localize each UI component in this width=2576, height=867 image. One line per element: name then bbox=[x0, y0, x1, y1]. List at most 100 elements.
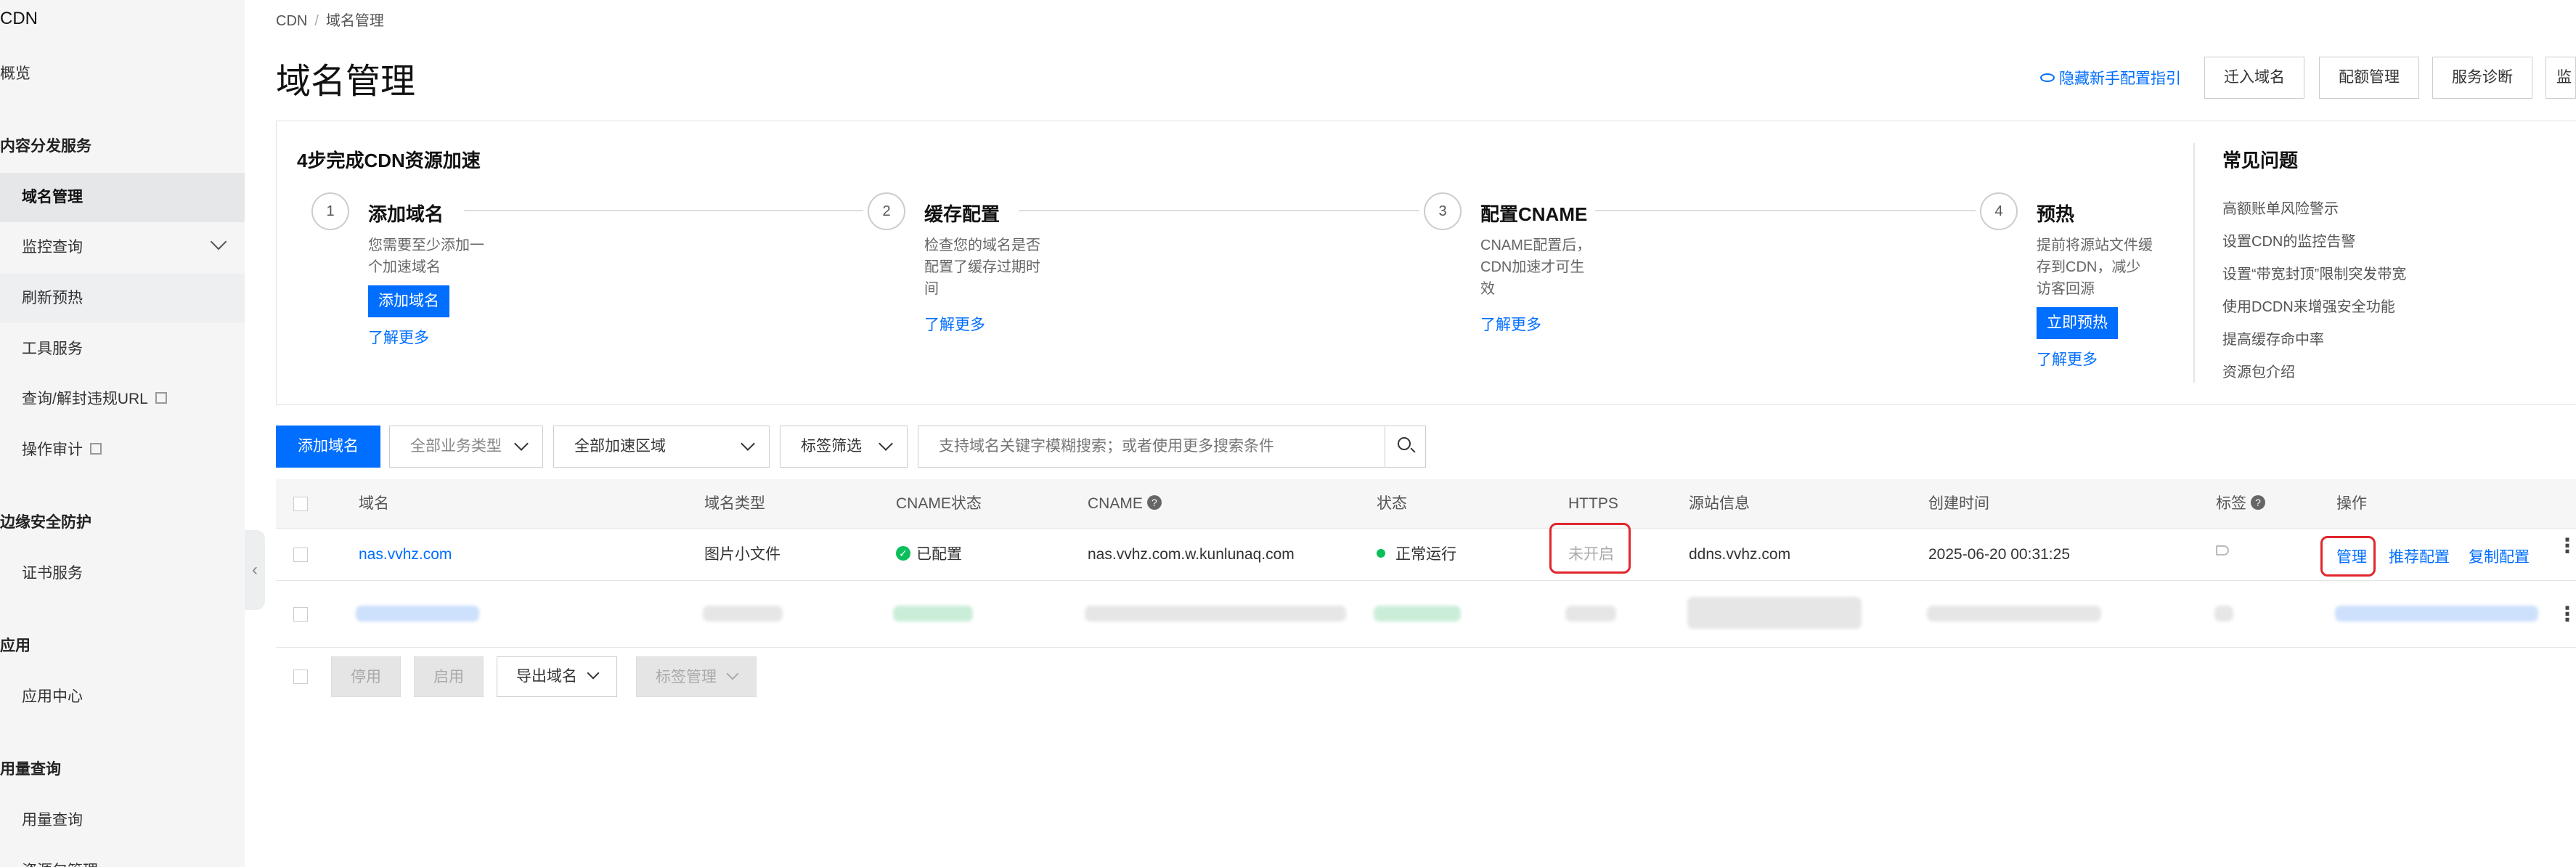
help-icon[interactable]: ? bbox=[2251, 495, 2265, 510]
cname-status: ✓ 已配置 bbox=[896, 529, 962, 581]
created-time: 2025-06-20 00:31:25 bbox=[1928, 546, 2070, 563]
step-4-desc: 提前将源站文件缓 存到CDN，减少 访客回源 bbox=[2037, 235, 2153, 300]
sidebar-item-domain-management[interactable]: 域名管理 bbox=[0, 173, 245, 222]
export-domains-button[interactable]: 导出域名 bbox=[497, 656, 617, 697]
step-connector bbox=[1595, 210, 1976, 211]
breadcrumb-current: 域名管理 bbox=[325, 13, 384, 29]
bulk-select-checkbox[interactable] bbox=[293, 669, 308, 684]
table-row: ⋮ bbox=[276, 581, 2576, 648]
hide-guide-label: 隐藏新手配置指引 bbox=[2059, 70, 2181, 87]
sidebar-item-tools[interactable]: 工具服务 bbox=[0, 325, 245, 374]
row-checkbox[interactable] bbox=[293, 607, 308, 622]
chevron-down-icon bbox=[726, 667, 739, 680]
faq-item[interactable]: 高额账单风险警示 bbox=[2222, 197, 2339, 218]
step-add-domain-button[interactable]: 添加域名 bbox=[368, 285, 449, 317]
sidebar-item-resource-packages[interactable]: 资源包管理 bbox=[0, 847, 245, 867]
faq-item[interactable]: 使用DCDN来增强安全功能 bbox=[2222, 295, 2395, 316]
add-domain-button[interactable]: 添加域名 bbox=[276, 426, 380, 468]
tag-filter-select[interactable]: 标签筛选 bbox=[780, 426, 908, 468]
region-select[interactable]: 全部加速区域 bbox=[553, 426, 770, 468]
help-icon[interactable]: ? bbox=[1146, 495, 1162, 510]
tag-cell[interactable] bbox=[2216, 524, 2229, 577]
sidebar-item-refresh-preload[interactable]: 刷新预热 bbox=[0, 274, 245, 323]
desc-line: 存到CDN，减少 bbox=[2037, 259, 2141, 275]
sidebar-group-content-delivery: 内容分发服务 bbox=[0, 138, 91, 155]
chevron-down-icon bbox=[741, 436, 755, 451]
blurred-actions bbox=[2335, 606, 2538, 622]
faq-item[interactable]: 设置CDN的监控告警 bbox=[2222, 229, 2355, 251]
step-2-number: 2 bbox=[868, 192, 905, 230]
more-actions-icon[interactable]: ⋮ bbox=[2557, 604, 2576, 624]
step-1-learn-more-link[interactable]: 了解更多 bbox=[368, 326, 429, 348]
step-connector bbox=[464, 210, 863, 211]
tag-management-button[interactable]: 标签管理 bbox=[636, 656, 757, 697]
step-3-title: 配置CNAME bbox=[1480, 203, 1588, 225]
chevron-down-icon bbox=[587, 667, 600, 680]
faq-title: 常见问题 bbox=[2222, 150, 2299, 171]
sidebar-item-audit[interactable]: 操作审计 bbox=[0, 426, 245, 475]
desc-line: 个加速域名 bbox=[368, 259, 441, 275]
blurred-type bbox=[703, 606, 783, 622]
hide-guide-link[interactable]: 隐藏新手配置指引 bbox=[2040, 67, 2181, 89]
sidebar-item-label: 查询/解封违规URL bbox=[22, 391, 148, 407]
disable-button[interactable]: 停用 bbox=[331, 656, 401, 697]
status-dot-icon bbox=[1377, 549, 1385, 558]
breadcrumb-root[interactable]: CDN bbox=[276, 13, 307, 29]
domain-link[interactable]: nas.vvhz.com bbox=[359, 529, 452, 581]
copy-config-link[interactable]: 复制配置 bbox=[2469, 532, 2530, 584]
quota-management-button[interactable]: 配额管理 bbox=[2319, 57, 2419, 99]
enable-button[interactable]: 启用 bbox=[414, 656, 484, 697]
external-link-icon bbox=[90, 443, 102, 455]
search-icon bbox=[1398, 437, 1411, 450]
row-checkbox[interactable] bbox=[293, 548, 308, 562]
step-2-learn-more-link[interactable]: 了解更多 bbox=[924, 313, 985, 335]
domain-status: 正常运行 bbox=[1377, 529, 1456, 581]
blurred-cname bbox=[1085, 606, 1346, 622]
breadcrumb: CDN / 域名管理 bbox=[276, 9, 384, 30]
manage-highlight-box bbox=[2320, 536, 2376, 577]
sidebar-item-overview[interactable]: 概览 bbox=[0, 49, 245, 99]
monitor-button[interactable]: 监 bbox=[2546, 57, 2576, 99]
search-input[interactable] bbox=[918, 426, 1369, 467]
getting-started-card: 4步完成CDN资源加速 1 添加域名 您需要至少添加一 个加速域名 添加域名 了… bbox=[276, 121, 2576, 405]
column-header-status: 状态 bbox=[1377, 495, 1407, 512]
origin-info: ddns.vvhz.com bbox=[1689, 546, 1791, 563]
external-link-icon bbox=[155, 392, 167, 404]
region-value: 全部加速区域 bbox=[574, 438, 666, 455]
desc-line: CDN加速才可生 bbox=[1480, 259, 1585, 275]
card-divider bbox=[2193, 143, 2195, 383]
sidebar-item-usage-query[interactable]: 用量查询 bbox=[0, 796, 245, 845]
recommended-config-link[interactable]: 推荐配置 bbox=[2389, 532, 2450, 584]
column-header-tags: 标签? bbox=[2216, 479, 2265, 529]
desc-line: 您需要至少添加一 bbox=[368, 237, 484, 253]
sidebar-item-certificates[interactable]: 证书服务 bbox=[0, 549, 245, 598]
step-2-desc: 检查您的域名是否 配置了缓存过期时 间 bbox=[924, 235, 1040, 300]
faq-item[interactable]: 设置“带宽封顶”限制突发带宽 bbox=[2222, 262, 2406, 283]
sidebar-collapse-button[interactable]: ‹ bbox=[245, 530, 265, 610]
faq-item[interactable]: 资源包介绍 bbox=[2222, 360, 2295, 381]
column-header-actions: 操作 bbox=[2336, 495, 2367, 512]
preload-now-button[interactable]: 立即预热 bbox=[2037, 307, 2118, 339]
sidebar-item-violation-url[interactable]: 查询/解封违规URL bbox=[0, 375, 245, 424]
desc-line: 提前将源站文件缓 bbox=[2037, 237, 2153, 253]
search-box bbox=[918, 426, 1426, 468]
check-circle-icon: ✓ bbox=[896, 546, 910, 561]
sidebar-item-monitoring[interactable]: 监控查询 bbox=[0, 223, 245, 272]
blurred-tag bbox=[2214, 606, 2233, 622]
faq-item[interactable]: 提高缓存命中率 bbox=[2222, 327, 2324, 349]
breadcrumb-separator: / bbox=[314, 13, 319, 29]
step-2-title: 缓存配置 bbox=[924, 203, 1000, 225]
search-button[interactable] bbox=[1385, 426, 1425, 467]
service-diagnosis-button[interactable]: 服务诊断 bbox=[2432, 57, 2532, 99]
sidebar-title: CDN bbox=[0, 9, 38, 28]
step-4-learn-more-link[interactable]: 了解更多 bbox=[2037, 348, 2098, 370]
column-header-domain: 域名 bbox=[359, 495, 389, 512]
import-domain-button[interactable]: 迁入域名 bbox=[2204, 57, 2304, 99]
select-all-checkbox[interactable] bbox=[293, 497, 308, 511]
blurred-https bbox=[1565, 606, 1616, 622]
sidebar-item-app-center[interactable]: 应用中心 bbox=[0, 672, 245, 722]
step-3-learn-more-link[interactable]: 了解更多 bbox=[1480, 313, 1541, 335]
business-type-select[interactable]: 全部业务类型 bbox=[389, 426, 543, 468]
more-actions-icon[interactable]: ⋮ bbox=[2557, 536, 2576, 556]
sidebar-group-usage: 用量查询 bbox=[0, 761, 61, 778]
